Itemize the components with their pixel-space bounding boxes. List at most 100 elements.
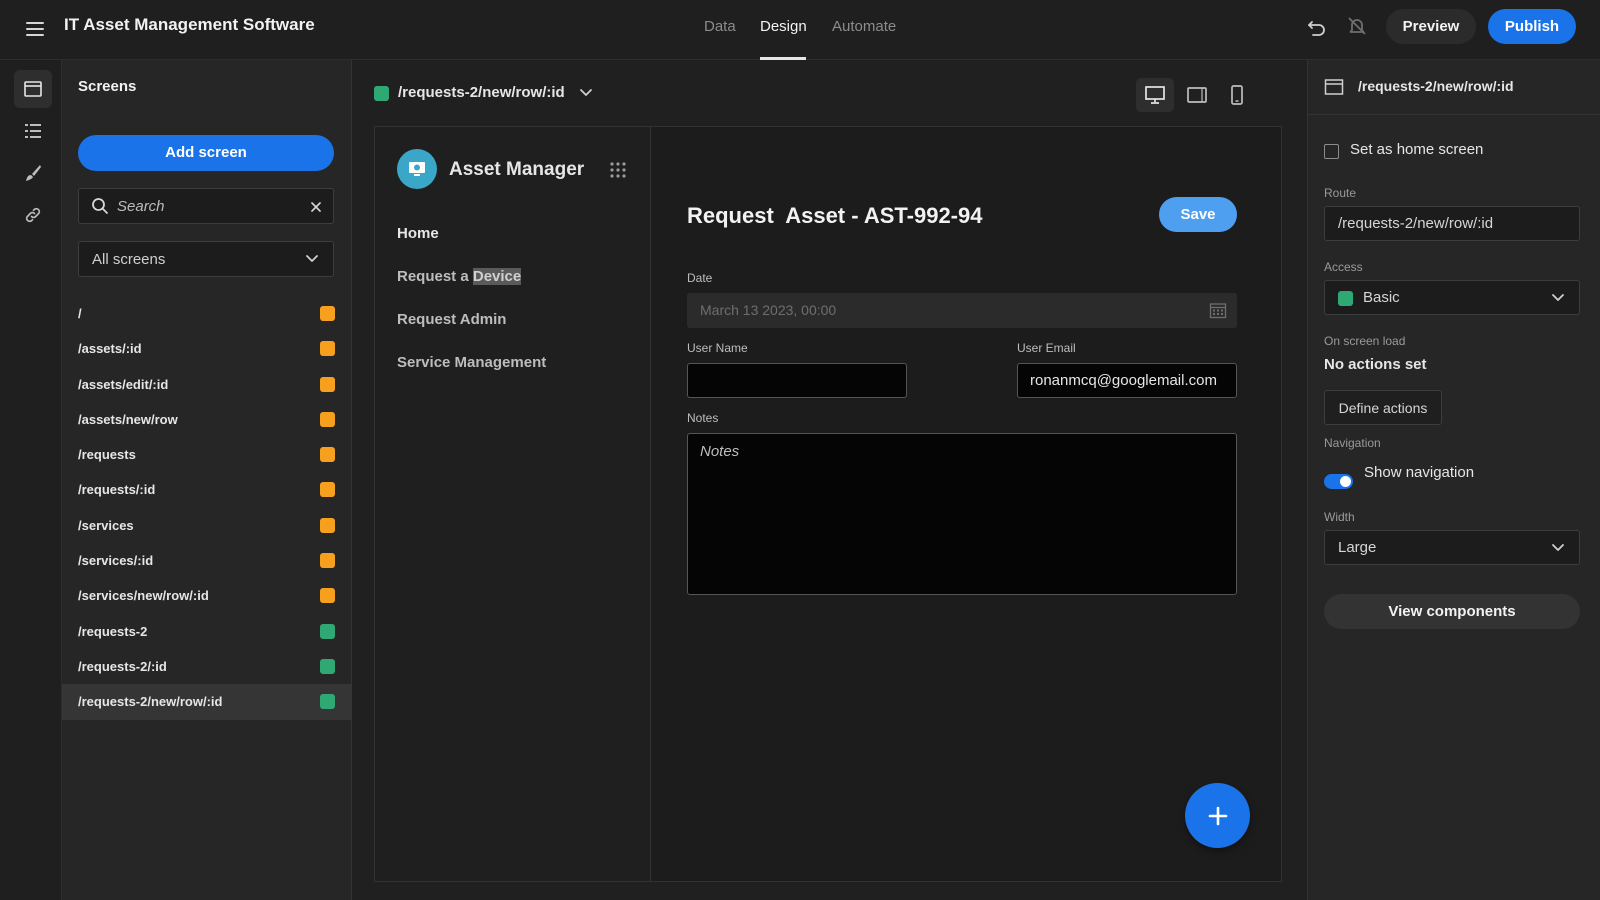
screen-list-item[interactable]: /assets/:id [62,331,352,366]
tab-design[interactable]: Design [760,18,807,35]
form-title: Request Asset - AST-992-94 [687,203,983,228]
desktop-icon[interactable] [1136,78,1174,112]
plus-icon [1208,806,1227,825]
screen-route-label: /services/:id [78,553,154,569]
screen-status-dot [320,306,335,321]
screen-list-item[interactable]: / [62,296,352,331]
chevron-down-icon [1552,544,1564,551]
app-preview-nav: Asset Manager Home Request a Device Requ… [375,127,651,881]
access-select[interactable]: Basic [1324,280,1580,315]
list-icon[interactable] [14,112,52,150]
screen-route-label: /requests [78,447,136,463]
canvas-area: /requests-2/new/row/:id Asset Manager Ho… [352,60,1307,900]
link-icon[interactable] [14,196,52,234]
screens-panel: Screens Add screen All screens / /assets/… [62,60,352,900]
screen-list-item[interactable]: /assets/new/row [62,402,352,437]
screen-list-item[interactable]: /services [62,508,352,543]
nav-link-request-device[interactable]: Request a Device [397,268,522,285]
access-color-dot [1338,291,1353,306]
show-navigation-toggle[interactable] [1324,474,1353,489]
screen-list-item[interactable]: /services/:id [62,543,352,578]
screen-icon [1324,79,1344,95]
route-label: Route [1324,186,1357,200]
screen-list-item[interactable]: /requests [62,437,352,472]
app-nav-title: Asset Manager [449,159,585,180]
user-email-input[interactable] [1017,363,1237,398]
screen-list-item[interactable]: /requests-2 [62,614,352,649]
properties-route-title: /requests-2/new/row/:id [1358,78,1514,94]
screen-status-dot [320,553,335,569]
route-selector[interactable]: /requests-2/new/row/:id [398,84,593,101]
notes-textarea[interactable] [687,433,1237,595]
screen-status-dot [320,623,335,639]
mobile-icon[interactable] [1218,78,1256,112]
tablet-icon[interactable] [1178,78,1216,112]
user-name-input[interactable] [687,363,907,398]
screens-filter-select[interactable]: All screens [78,241,334,277]
properties-panel: /requests-2/new/row/:id Set as home scre… [1307,60,1600,900]
publish-button[interactable]: Publish [1488,9,1576,44]
width-select[interactable]: Large [1324,530,1580,565]
date-label: Date [687,271,713,285]
screen-list-item[interactable]: /requests-2/new/row/:id [62,684,352,720]
route-status-dot [374,86,389,101]
user-email-label: User Email [1017,341,1076,355]
calendar-icon[interactable] [1209,301,1227,319]
screens-panel-title: Screens [78,78,137,95]
nav-link-request-admin[interactable]: Request Admin [397,311,506,328]
screen-status-dot [320,482,335,498]
brush-icon[interactable] [14,154,52,192]
screen-status-dot [320,517,335,533]
top-bar: IT Asset Management Software Data Design… [0,0,1600,60]
tab-automate[interactable]: Automate [832,18,896,35]
nav-link-service-management[interactable]: Service Management [397,354,546,371]
chevron-down-icon [1552,294,1564,301]
screens-filter-value: All screens [92,251,166,268]
width-label: Width [1324,510,1355,524]
apps-grid-icon[interactable] [609,161,627,179]
search-input[interactable] [117,196,297,216]
route-input[interactable]: /requests-2/new/row/:id [1324,206,1580,241]
screen-list-item[interactable]: /assets/edit/:id [62,367,352,402]
nav-link-request-device-text: Request a [397,268,473,285]
route-input-value: /requests-2/new/row/:id [1338,215,1494,232]
save-button[interactable]: Save [1159,197,1237,232]
left-icon-rail [0,60,62,900]
notifications-off-icon[interactable] [1344,13,1370,39]
screen-route-label: /assets/:id [78,341,142,357]
hamburger-menu-icon[interactable] [22,16,48,42]
access-label: Access [1324,260,1363,274]
view-components-button[interactable]: View components [1324,594,1580,629]
clear-search-icon[interactable] [311,202,321,212]
screen-route-label: /services/new/row/:id [78,588,209,604]
home-screen-checkbox[interactable] [1324,144,1339,159]
define-actions-button[interactable]: Define actions [1324,390,1442,425]
home-screen-label: Set as home screen [1350,141,1484,158]
date-field[interactable]: March 13 2023, 00:00 [687,293,1237,328]
navigation-label: Navigation [1324,436,1381,450]
screen-list-item[interactable]: /requests-2/:id [62,649,352,684]
search-icon [92,198,108,214]
screen-route-label: /requests-2/:id [78,658,167,674]
request-form: Request Asset - AST-992-94 Save Date Mar… [651,127,1281,881]
add-screen-button[interactable]: Add screen [78,135,334,171]
text-selection-highlight: Device [472,268,522,285]
add-component-button[interactable] [1185,783,1250,848]
screen-status-dot [320,694,335,710]
screen-route-label: /services [78,517,134,533]
toggle-knob [1340,476,1351,487]
date-value: March 13 2023, 00:00 [700,302,837,318]
screen-status-dot [320,411,335,427]
preview-button[interactable]: Preview [1386,9,1476,44]
screen-status-dot [320,341,335,357]
properties-header: /requests-2/new/row/:id [1308,60,1600,115]
screen-route-label: /requests-2/new/row/:id [78,694,223,710]
tab-data[interactable]: Data [704,18,736,35]
app-preview-frame: Asset Manager Home Request a Device Requ… [374,126,1282,882]
screen-list-item[interactable]: /services/new/row/:id [62,578,352,613]
screen-list-item[interactable]: /requests/:id [62,472,352,507]
nav-link-home[interactable]: Home [397,225,439,242]
screens-icon[interactable] [14,70,52,108]
search-field [78,188,334,224]
undo-icon[interactable] [1304,13,1330,39]
